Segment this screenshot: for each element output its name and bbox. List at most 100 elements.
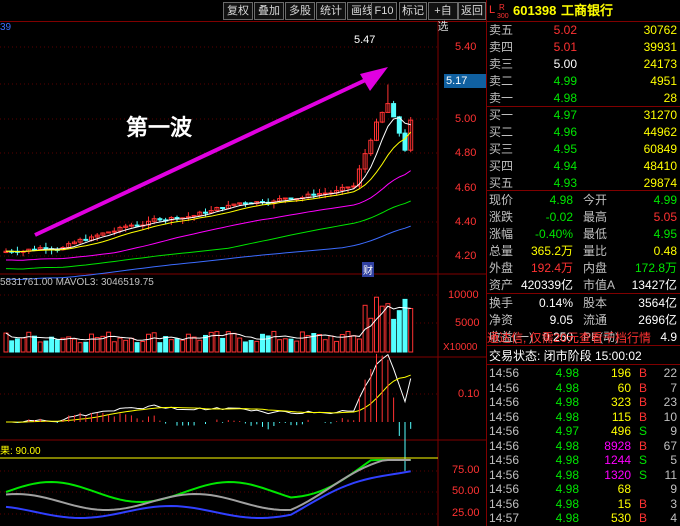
- volume-bar: [356, 338, 362, 353]
- volume-bar: [89, 333, 94, 353]
- volume-bar: [60, 337, 66, 353]
- trade-time: 14:56: [489, 366, 520, 380]
- trade-count: 4: [670, 511, 677, 525]
- trade-tick-row: 14:56 4.98 196 B 22: [487, 366, 680, 381]
- quote-label: 资产: [489, 278, 514, 292]
- wave-arrow-head: [360, 67, 388, 91]
- volume-bar: [77, 342, 83, 353]
- price-axis-label: 4.80: [455, 147, 477, 159]
- quote-value: 5.05: [653, 210, 677, 224]
- quote-label: 涨跌: [489, 210, 514, 224]
- candle-body: [351, 185, 357, 188]
- trade-tick-row: 14:56 4.97 496 S 9: [487, 424, 680, 439]
- kdj-axis-label: 50.00: [452, 485, 480, 497]
- order-level-label: 卖三: [489, 57, 514, 71]
- volume-bar: [248, 339, 254, 353]
- kline-chart-area[interactable]: 39 5.47 第一波 5.40 5.17 5.00 4.80 4.60 4.4…: [0, 22, 486, 526]
- order-level-label: 卖五: [489, 23, 514, 37]
- trade-side: B: [638, 380, 647, 395]
- statistics-button[interactable]: 统计: [316, 2, 346, 20]
- f10-button[interactable]: F10: [371, 2, 397, 20]
- trade-count: 67: [663, 438, 677, 453]
- order-level-label: 买二: [489, 125, 514, 139]
- quote-panel: L R 300 601398 工商银行 卖五 5.02 30762 卖四 5.01 399…: [486, 0, 680, 526]
- volume-bar: [305, 335, 311, 353]
- trade-count: 3: [670, 496, 677, 511]
- trade-side: B: [638, 511, 647, 525]
- volume-bar: [37, 341, 43, 353]
- order-volume: 48410: [643, 159, 677, 173]
- trade-volume: 60: [617, 380, 631, 395]
- sell-order-row: 卖一 4.98 28: [487, 90, 680, 107]
- trade-side: B: [638, 496, 647, 511]
- fund-value: 3564亿: [638, 296, 677, 310]
- volume-bars: [3, 296, 414, 353]
- order-volume: 44962: [643, 125, 677, 139]
- volume-bar: [288, 338, 294, 353]
- volume-bar: [408, 308, 414, 353]
- quote-row: 现价 4.98 今开 4.99: [487, 192, 680, 209]
- overlay-button[interactable]: 叠加: [254, 2, 284, 20]
- volume-bar: [14, 338, 20, 353]
- trade-tick-row: 14:56 4.98 15 B 3: [487, 497, 680, 512]
- quote-value: 365.2万: [530, 244, 573, 258]
- volume-bar: [277, 339, 283, 353]
- order-price: 4.97: [553, 108, 577, 122]
- trade-time: 14:56: [489, 409, 520, 424]
- volume-bar: [345, 330, 351, 353]
- quote-value: 13427亿: [631, 278, 677, 292]
- volume-bar: [271, 330, 277, 353]
- trade-count: 5: [670, 453, 677, 467]
- trade-count: 7: [670, 380, 677, 395]
- order-level-label: 卖一: [489, 91, 514, 105]
- trade-count: 9: [670, 482, 677, 496]
- volume-bar: [334, 340, 340, 353]
- macd-axis-label: 0.10: [458, 388, 480, 400]
- volume-bar: [134, 342, 140, 353]
- fund-value: 9.05: [549, 313, 573, 327]
- quote-value: 4.95: [653, 227, 677, 241]
- multi-stock-button[interactable]: 多股: [285, 2, 315, 20]
- trade-time: 14:56: [489, 482, 520, 496]
- mark-button[interactable]: 标记: [399, 2, 427, 20]
- trade-time: 14:56: [489, 395, 520, 409]
- volume-bar: [322, 339, 328, 353]
- buy-order-row: 买二 4.96 44962: [487, 124, 680, 141]
- volume-bar: [191, 336, 197, 353]
- volume-bar: [385, 303, 391, 353]
- trade-tick-row: 14:56 4.98 68 9: [487, 482, 680, 497]
- volume-bar: [328, 335, 334, 353]
- fund-value: 2696亿: [638, 313, 677, 327]
- kdj-legend: 果: 90.00: [0, 446, 41, 457]
- trade-count: 22: [663, 366, 677, 380]
- volume-bar: [128, 337, 134, 353]
- trade-price: 4.98: [555, 482, 579, 496]
- financial-report-marker[interactable]: 财: [362, 262, 374, 277]
- trade-side: B: [638, 395, 647, 409]
- back-button[interactable]: 返回: [458, 2, 486, 20]
- sell-order-row: 卖四 5.01 39931: [487, 39, 680, 56]
- order-price: 4.98: [553, 91, 577, 105]
- price-axis-label: 4.60: [455, 182, 477, 194]
- trade-volume: 68: [617, 482, 631, 496]
- volume-bar: [163, 336, 169, 353]
- trade-volume: 530: [610, 511, 631, 525]
- promo-banner[interactable]: 通达信, 仅需20元查看千档行情: [487, 330, 680, 347]
- volume-bar: [117, 337, 123, 353]
- market-l-label: L: [489, 4, 496, 16]
- add-favorite-button[interactable]: +自选: [428, 2, 458, 33]
- volume-axis-label: 10000: [448, 289, 479, 301]
- fuquan-button[interactable]: 复权: [223, 2, 253, 20]
- quote-label: 最高: [583, 210, 608, 224]
- quote-label: 内盘: [583, 261, 608, 275]
- trade-time: 14:56: [489, 424, 520, 438]
- buy-order-row: 买一 4.97 31270: [487, 107, 680, 124]
- macd-indicator: [5, 353, 412, 471]
- volume-bar: [168, 339, 174, 353]
- volume-bar: [146, 333, 151, 353]
- trade-price: 4.98: [555, 496, 579, 511]
- trade-tick-row: 14:56 4.98 1320 S 11: [487, 468, 680, 483]
- trade-tick-row: 14:56 4.98 115 B 10: [487, 410, 680, 425]
- moving-average-line: [5, 131, 412, 253]
- candle-body: [83, 238, 89, 241]
